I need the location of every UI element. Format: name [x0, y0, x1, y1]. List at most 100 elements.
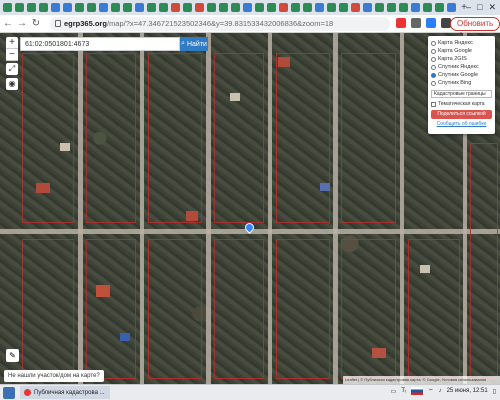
browser-tab[interactable] — [135, 3, 144, 12]
browser-tab[interactable] — [147, 3, 156, 12]
parcel-boundary — [148, 239, 202, 379]
browser-tab[interactable] — [99, 3, 108, 12]
forward-icon[interactable]: → — [16, 18, 28, 29]
road — [268, 33, 272, 384]
language-flag-icon[interactable] — [410, 387, 423, 395]
layer-option[interactable]: Спутник Яндекс — [431, 63, 492, 71]
browser-tab[interactable] — [123, 3, 132, 12]
layer-option[interactable]: Карта 2GIS — [431, 55, 492, 63]
checkbox-icon — [431, 101, 436, 107]
cadastral-search-input[interactable] — [20, 37, 180, 51]
browser-tab[interactable] — [51, 3, 60, 12]
building — [186, 211, 198, 221]
browser-tab[interactable] — [171, 3, 180, 12]
system-tray: ▭ Tᵢ ⌔ ♪ 25 июня, 12:51 ▯ — [391, 387, 496, 395]
maximize-icon[interactable]: □ — [477, 2, 482, 13]
browser-tab[interactable] — [447, 3, 456, 12]
browser-tab[interactable] — [339, 3, 348, 12]
road — [400, 33, 404, 384]
radio-icon — [431, 64, 436, 70]
browser-tab[interactable] — [387, 3, 396, 12]
browser-tab[interactable] — [39, 3, 48, 12]
layer-option-label: Карта Google — [438, 48, 472, 54]
share-link-button[interactable]: Поделиться ссылкой — [431, 110, 492, 119]
road — [333, 33, 338, 384]
radio-icon — [431, 80, 436, 86]
search-button[interactable]: ⌕ Найти — [180, 37, 208, 51]
show-desktop-icon[interactable]: ▯ — [493, 388, 496, 395]
browser-tab[interactable] — [87, 3, 96, 12]
browser-tab[interactable] — [327, 3, 336, 12]
update-button[interactable]: Обновить ⋮ — [450, 17, 500, 40]
browser-tab[interactable] — [351, 3, 360, 12]
thematic-map-checkbox[interactable]: Тематическая карта — [431, 101, 492, 107]
layer-option[interactable]: Карта Яндекс — [431, 39, 492, 47]
fullscreen-button[interactable]: ⤢ — [6, 63, 18, 75]
road — [78, 33, 83, 384]
lock-icon[interactable] — [55, 20, 61, 27]
browser-tab[interactable] — [255, 3, 264, 12]
browser-tab[interactable] — [375, 3, 384, 12]
locate-button[interactable]: ◉ — [6, 78, 18, 90]
browser-tab[interactable] — [267, 3, 276, 12]
radio-icon — [431, 56, 436, 62]
reload-icon[interactable]: ↻ — [30, 18, 42, 29]
parcel-boundary — [214, 239, 264, 379]
browser-tab[interactable] — [63, 3, 72, 12]
browser-tab[interactable] — [363, 3, 372, 12]
layer-option[interactable]: Карта Google — [431, 47, 492, 55]
browser-tab[interactable] — [243, 3, 252, 12]
wifi-icon[interactable]: ⌔ — [428, 387, 434, 395]
browser-tab[interactable] — [315, 3, 324, 12]
extension-icon[interactable] — [396, 18, 406, 28]
browser-tab[interactable] — [3, 3, 12, 12]
browser-tab[interactable] — [75, 3, 84, 12]
building — [230, 93, 240, 101]
not-found-button[interactable]: Не нашли участок/дом на карте? — [4, 370, 104, 382]
browser-tab[interactable] — [435, 3, 444, 12]
radio-icon — [431, 72, 436, 78]
layer-option[interactable]: Спутник Google — [431, 71, 492, 79]
taskbar-window-item[interactable]: Публичная кадастрова ... — [20, 386, 110, 399]
back-icon[interactable]: ← — [2, 18, 14, 29]
keyboard-icon[interactable]: Tᵢ — [401, 388, 406, 394]
os-taskbar: Публичная кадастрова ... ▭ Tᵢ ⌔ ♪ 25 июн… — [0, 384, 500, 400]
start-menu-icon[interactable] — [3, 386, 15, 399]
browser-tab[interactable] — [279, 3, 288, 12]
browser-tab[interactable] — [207, 3, 216, 12]
browser-tab[interactable] — [183, 3, 192, 12]
report-error-link[interactable]: Сообщить об ошибке — [431, 121, 492, 127]
layer-list: Карта Яндекс Карта Google Карта 2GIS Спутни… — [431, 39, 492, 87]
browser-tab[interactable] — [291, 3, 300, 12]
map-view[interactable] — [0, 33, 500, 384]
browser-tab[interactable] — [399, 3, 408, 12]
zoom-in-button[interactable]: + — [6, 37, 18, 49]
minimize-icon[interactable]: – — [466, 2, 471, 13]
close-icon[interactable]: ✕ — [488, 2, 496, 13]
browser-tab[interactable] — [159, 3, 168, 12]
browser-tab[interactable] — [423, 3, 432, 12]
extension-icon[interactable] — [411, 18, 421, 28]
layer-option[interactable]: Спутник Bing — [431, 79, 492, 87]
building — [60, 143, 70, 151]
parcel-boundary — [22, 239, 74, 379]
browser-tab[interactable] — [231, 3, 240, 12]
zoom-out-button[interactable]: − — [6, 49, 18, 61]
url-field[interactable]: egrp365.org/map/?x=47.346721523502346&y=… — [50, 17, 390, 31]
edit-pencil-icon[interactable]: ✎ — [6, 349, 19, 362]
folder-icon[interactable]: ▭ — [391, 388, 397, 395]
browser-tab[interactable] — [303, 3, 312, 12]
browser-tab[interactable] — [219, 3, 228, 12]
browser-tab[interactable] — [411, 3, 420, 12]
browser-tab[interactable] — [111, 3, 120, 12]
browser-tab[interactable] — [27, 3, 36, 12]
road — [140, 33, 144, 384]
search-button-label: Найти — [186, 40, 207, 48]
volume-icon[interactable]: ♪ — [439, 388, 442, 394]
extension-icon[interactable] — [426, 18, 436, 28]
taskbar-window-title: Публичная кадастрова ... — [34, 389, 105, 396]
parcel-boundary — [86, 239, 136, 379]
cadastral-layer-select[interactable]: Кадастровые границы — [431, 90, 492, 98]
browser-tab[interactable] — [195, 3, 204, 12]
browser-tab[interactable] — [15, 3, 24, 12]
